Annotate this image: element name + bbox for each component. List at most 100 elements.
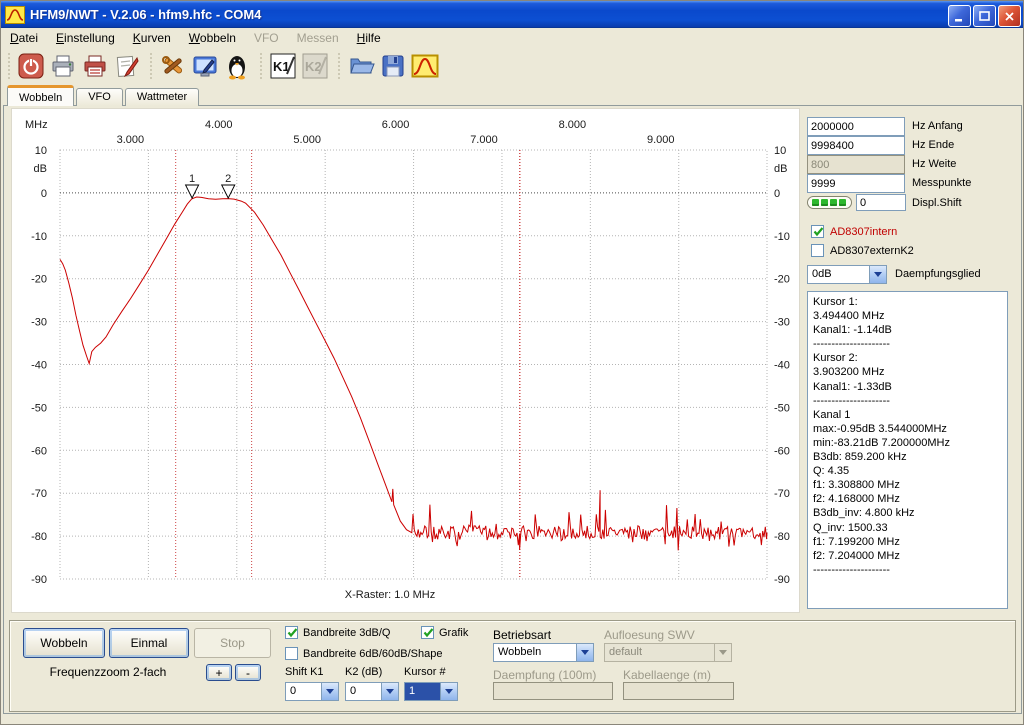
cursor-info-panel[interactable]: Kursor 1:3.494400 MHzKanal1: -1.14dB----… bbox=[807, 291, 1008, 609]
y-tick-label-left: -40 bbox=[31, 360, 47, 372]
tab-wobbeln[interactable]: Wobbeln bbox=[7, 85, 74, 106]
sweep-curve-button[interactable] bbox=[410, 51, 440, 81]
einmal-button[interactable]: Einmal bbox=[109, 628, 189, 658]
print-color-button[interactable] bbox=[80, 51, 110, 81]
x-tick-label: 6.000 bbox=[382, 119, 410, 131]
chevron-down-icon bbox=[874, 272, 882, 277]
app-logo-icon bbox=[5, 6, 25, 24]
info-line: f2: 7.204000 MHz bbox=[813, 549, 1002, 563]
chevron-down-icon bbox=[445, 689, 453, 694]
power-button[interactable] bbox=[16, 51, 46, 81]
daempfung-100m-label: Daempfung (100m) bbox=[493, 668, 596, 682]
app-window: HFM9/NWT - V.2.06 - hfm9.hfc - COM4 Date… bbox=[0, 0, 1024, 725]
info-line: Kanal1: -1.33dB bbox=[813, 380, 1002, 394]
k2-db-combo[interactable]: 0 bbox=[345, 682, 399, 701]
grafik-checkbox[interactable] bbox=[421, 626, 434, 639]
y-unit-label-right: dB bbox=[774, 163, 787, 175]
y-tick-label-left: 0 bbox=[41, 188, 47, 200]
combo-dropdown-button[interactable] bbox=[576, 644, 593, 661]
shift-k1-value: 0 bbox=[286, 683, 321, 700]
zoom-in-button[interactable]: + bbox=[206, 664, 232, 681]
x-tick-label: 7.000 bbox=[470, 134, 498, 146]
print-icon bbox=[49, 52, 77, 80]
betriebsart-combo[interactable]: Wobbeln bbox=[493, 643, 594, 662]
save-file-button[interactable] bbox=[378, 51, 408, 81]
bandbreite-3db-checkbox[interactable] bbox=[285, 626, 298, 639]
y-tick-label-right: -80 bbox=[774, 531, 790, 543]
menu-datei[interactable]: Datei bbox=[1, 29, 47, 47]
menu-kurven[interactable]: Kurven bbox=[124, 29, 180, 47]
info-line: B3db_inv: 4.800 kHz bbox=[813, 506, 1002, 520]
betriebsart-value: Wobbeln bbox=[494, 644, 576, 661]
close-button[interactable] bbox=[998, 5, 1021, 27]
ad8307intern-checkbox[interactable] bbox=[811, 225, 824, 238]
check-icon bbox=[422, 626, 435, 639]
settings-tools-button[interactable] bbox=[158, 51, 188, 81]
combo-dropdown-button[interactable] bbox=[321, 683, 338, 700]
progress-segment bbox=[812, 199, 819, 206]
x-tick-label: 3.000 bbox=[117, 134, 145, 146]
toolbar-grip[interactable] bbox=[148, 53, 154, 79]
kursor-nr-combo[interactable]: 1 bbox=[404, 682, 458, 701]
cursor-marker-triangle[interactable] bbox=[186, 185, 199, 198]
toolbar-grip[interactable] bbox=[258, 53, 264, 79]
y-tick-label-left: -20 bbox=[31, 274, 47, 286]
toolbar-grip[interactable] bbox=[336, 53, 342, 79]
k1-calibration-button[interactable]: K1 bbox=[268, 51, 298, 81]
wobbeln-button[interactable]: Wobbeln bbox=[23, 628, 105, 658]
combo-dropdown-button[interactable] bbox=[440, 683, 457, 700]
ad8307externk2-checkbox[interactable] bbox=[811, 244, 824, 257]
maximize-button[interactable] bbox=[973, 5, 996, 27]
close-icon bbox=[1004, 11, 1015, 22]
menu-einstellung[interactable]: Einstellung bbox=[47, 29, 124, 47]
title-bar[interactable]: HFM9/NWT - V.2.06 - hfm9.hfc - COM4 bbox=[1, 1, 1024, 28]
sweep-chart[interactable]: MHz3.0004.0005.0006.0007.0008.0009.00010… bbox=[11, 108, 800, 613]
hz-weite-input bbox=[807, 155, 905, 174]
minimize-button[interactable] bbox=[948, 5, 971, 27]
bandbreite-6db-checkbox[interactable] bbox=[285, 647, 298, 660]
k2-calibration-icon: K2 bbox=[301, 52, 329, 80]
hz-anfang-input[interactable] bbox=[807, 117, 905, 136]
menu-wobbeln[interactable]: Wobbeln bbox=[180, 29, 245, 47]
toolbar-grip[interactable] bbox=[6, 53, 12, 79]
info-line: f1: 3.308800 MHz bbox=[813, 478, 1002, 492]
y-tick-label-left: -50 bbox=[31, 402, 47, 414]
y-tick-label-right: -20 bbox=[774, 274, 790, 286]
zoom-out-button[interactable]: - bbox=[235, 664, 261, 681]
y-tick-label-right: -60 bbox=[774, 445, 790, 457]
shift-k1-combo[interactable]: 0 bbox=[285, 682, 339, 701]
kursor-nr-value: 1 bbox=[405, 683, 440, 700]
cursor-marker-triangle[interactable] bbox=[222, 185, 235, 198]
progress-segment bbox=[839, 199, 846, 206]
info-line: Kursor 2: bbox=[813, 351, 1002, 365]
combo-dropdown-button[interactable] bbox=[381, 683, 398, 700]
messpunkte-input[interactable] bbox=[807, 174, 905, 193]
edit-report-icon bbox=[113, 52, 141, 80]
info-line: Q: 4.35 bbox=[813, 464, 1002, 478]
y-tick-label-left: -60 bbox=[31, 445, 47, 457]
hz-ende-input[interactable] bbox=[807, 136, 905, 155]
linux-button[interactable] bbox=[222, 51, 252, 81]
tab-vfo[interactable]: VFO bbox=[76, 88, 123, 106]
messpunkte-label: Messpunkte bbox=[912, 177, 971, 189]
info-line: f1: 7.199200 MHz bbox=[813, 535, 1002, 549]
tab-wattmeter[interactable]: Wattmeter bbox=[125, 88, 199, 106]
edit-report-button[interactable] bbox=[112, 51, 142, 81]
daempfungsglied-combo[interactable]: 0dB bbox=[807, 265, 887, 284]
cursor-marker-number: 1 bbox=[189, 173, 195, 185]
chevron-down-icon bbox=[386, 689, 394, 694]
menu-hilfe[interactable]: Hilfe bbox=[348, 29, 390, 47]
progress-segment bbox=[830, 199, 837, 206]
sweep-logo-icon bbox=[411, 52, 439, 80]
print-button[interactable] bbox=[48, 51, 78, 81]
open-file-button[interactable] bbox=[346, 51, 376, 81]
combo-dropdown-button[interactable] bbox=[869, 266, 886, 283]
screen-edit-button[interactable] bbox=[190, 51, 220, 81]
displ-shift-input[interactable] bbox=[856, 194, 906, 211]
info-line: Kanal1: -1.14dB bbox=[813, 323, 1002, 337]
sweep-plot[interactable]: MHz3.0004.0005.0006.0007.0008.0009.00010… bbox=[12, 109, 799, 612]
toolbar: K1 K2 bbox=[1, 48, 1024, 83]
daempfungsglied-value: 0dB bbox=[808, 266, 869, 283]
info-line: 3.494400 MHz bbox=[813, 309, 1002, 323]
chevron-down-icon bbox=[581, 650, 589, 655]
